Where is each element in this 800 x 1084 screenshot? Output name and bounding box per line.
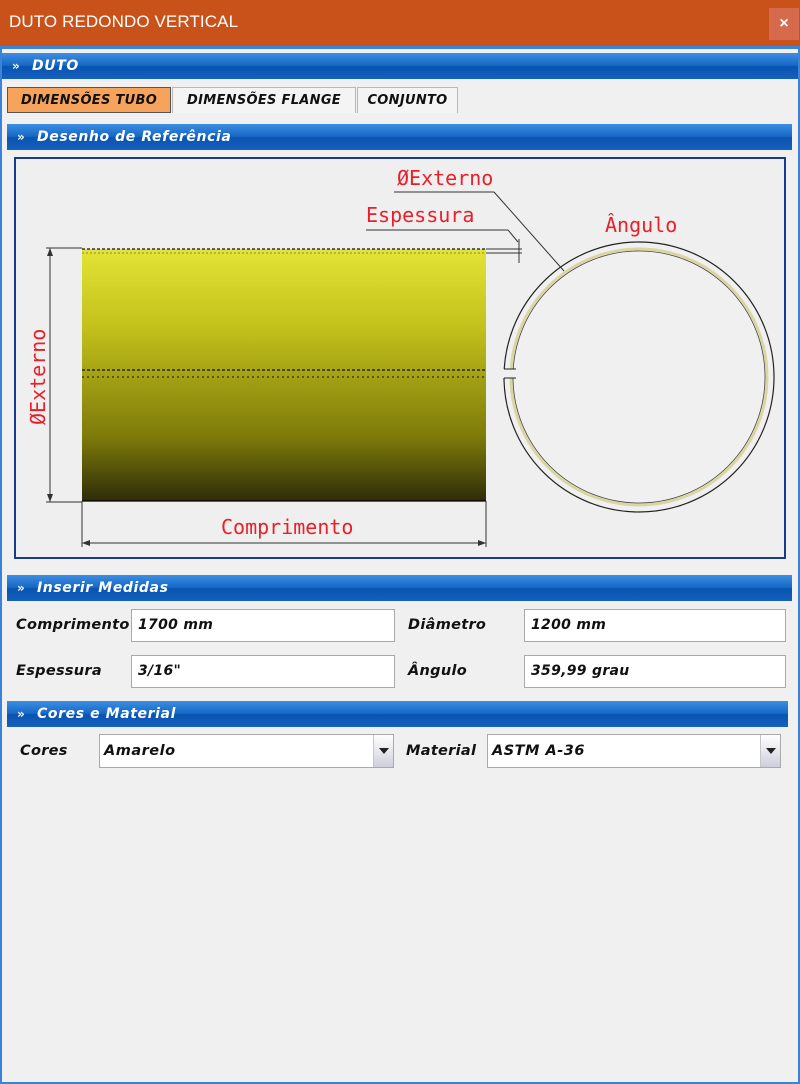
section-reference-title: Desenho de Referência bbox=[37, 129, 232, 145]
section-measures-header[interactable]: » Inserir Medidas bbox=[7, 575, 792, 601]
chevron-double-down-icon: » bbox=[17, 581, 25, 595]
angle-input[interactable]: 359,99 grau bbox=[524, 655, 786, 688]
dropdown-arrow-icon[interactable] bbox=[760, 735, 780, 767]
dimension-diameter-top-leader-2 bbox=[493, 191, 565, 272]
thickness-label: Espessura bbox=[16, 663, 102, 679]
section-duto-title: DUTO bbox=[32, 58, 79, 74]
diameter-label: Diâmetro bbox=[408, 617, 487, 633]
thickness-input[interactable]: 3/16" bbox=[131, 655, 395, 688]
section-duto-header[interactable]: » DUTO bbox=[2, 53, 798, 79]
tab-conjunto[interactable]: CONJUNTO bbox=[357, 87, 458, 113]
tab-dimensoes-tubo[interactable]: DIMENSÕES TUBO bbox=[7, 87, 171, 113]
section-colors-title: Cores e Material bbox=[37, 706, 176, 722]
arrowhead bbox=[47, 494, 53, 502]
material-label: Material bbox=[406, 743, 477, 759]
tube-side-view bbox=[82, 249, 486, 501]
dimension-thickness-leader-2 bbox=[507, 229, 519, 243]
color-select-value: Amarelo bbox=[104, 743, 176, 759]
chevron-double-down-icon: » bbox=[17, 130, 25, 144]
reference-drawing-svg: ØExterno Espessura Ângulo Comprimento ØE… bbox=[26, 166, 775, 547]
label-length: Comprimento bbox=[221, 515, 353, 539]
window-title: DUTO REDONDO VERTICAL bbox=[9, 12, 239, 31]
color-select[interactable]: Amarelo bbox=[99, 734, 394, 768]
section-reference-header[interactable]: » Desenho de Referência bbox=[7, 124, 792, 150]
section-measures-title: Inserir Medidas bbox=[37, 580, 169, 596]
material-select-value: ASTM A-36 bbox=[492, 743, 585, 759]
label-angle: Ângulo bbox=[605, 213, 677, 237]
reference-drawing: ØExterno Espessura Ângulo Comprimento ØE… bbox=[14, 157, 786, 559]
ring-gap bbox=[502, 369, 522, 378]
ring-inner-edge bbox=[512, 250, 766, 504]
angle-label: Ângulo bbox=[408, 663, 467, 679]
title-bar: DUTO REDONDO VERTICAL × bbox=[0, 0, 800, 46]
length-label: Comprimento bbox=[16, 617, 130, 633]
color-label: Cores bbox=[20, 743, 68, 759]
arrowhead bbox=[47, 248, 53, 256]
chevron-double-down-icon: » bbox=[17, 707, 25, 721]
material-select[interactable]: ASTM A-36 bbox=[487, 734, 781, 768]
arrowhead bbox=[478, 540, 486, 546]
dropdown-arrow-icon[interactable] bbox=[373, 735, 393, 767]
chevron-double-down-icon: » bbox=[12, 59, 20, 73]
length-input[interactable]: 1700 mm bbox=[131, 609, 395, 642]
arrowhead bbox=[82, 540, 90, 546]
diameter-input[interactable]: 1200 mm bbox=[524, 609, 786, 642]
label-diameter-side: ØExterno bbox=[26, 329, 50, 425]
label-diameter-top: ØExterno bbox=[397, 166, 493, 190]
section-colors-header[interactable]: » Cores e Material bbox=[7, 701, 788, 727]
close-button[interactable]: × bbox=[769, 8, 799, 40]
label-thickness: Espessura bbox=[366, 203, 474, 227]
tab-dimensoes-flange[interactable]: DIMENSÕES FLANGE bbox=[172, 87, 356, 113]
